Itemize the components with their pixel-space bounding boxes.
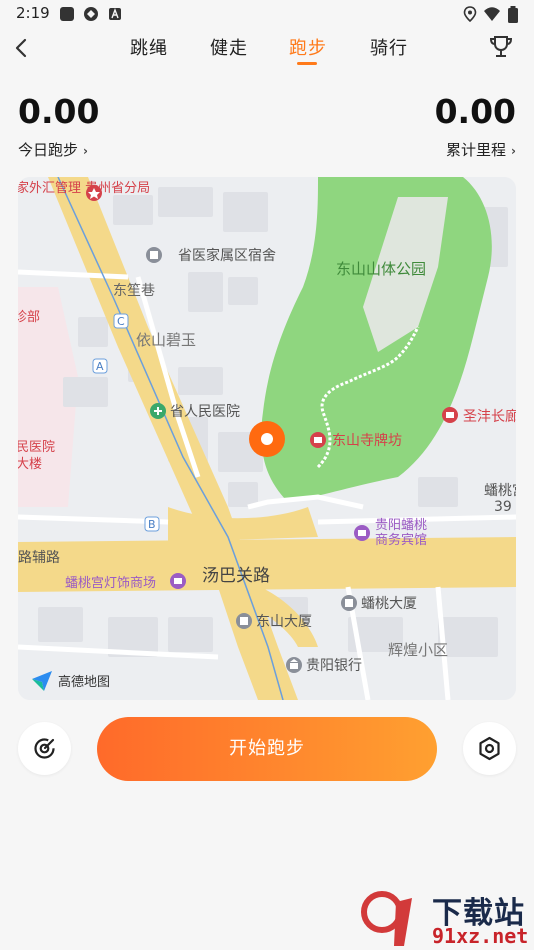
- bank-poi-icon: [286, 657, 302, 673]
- sync-notification-icon: [83, 6, 99, 26]
- dorm-poi-icon: [146, 247, 162, 263]
- map-label-shengfeng: 圣沣长廊: [463, 408, 516, 425]
- map-label-hotel2: 商务宾馆: [375, 532, 427, 548]
- map-label-dongshan-tower: 东山大厦: [256, 614, 312, 630]
- watermark: 下载站 91xz.net: [360, 888, 534, 950]
- temple-poi-icon: [310, 432, 326, 448]
- map-label-hotel1: 贵阳蟠桃: [375, 518, 427, 533]
- top-nav: 跳绳 健走 跑步 骑行: [0, 28, 534, 72]
- today-distance-value: 0.00: [18, 92, 100, 131]
- map-label-guiyang-bank: 贵阳银行: [306, 658, 362, 674]
- chevron-right-icon: ›: [511, 144, 516, 158]
- tab-cycling[interactable]: 骑行: [370, 34, 408, 60]
- tab-jump-rope[interactable]: 跳绳: [130, 34, 168, 60]
- corridor-poi-icon: [442, 407, 458, 423]
- map-label-yishan: 依山碧玉: [136, 331, 196, 349]
- map-canvas: 家外汇管理 贵州省分局 省医家属区宿舍 东笙巷 依山碧玉 东山山体公园 省人民医…: [18, 177, 516, 700]
- total-distance-value: 0.00: [434, 92, 516, 131]
- map-label-pantao-tower: 蟠桃大厦: [361, 596, 417, 612]
- hexagon-settings-icon: [479, 736, 500, 761]
- pantao-tower-poi-icon: [341, 595, 357, 611]
- map-label-num39: 39: [494, 499, 512, 515]
- map-label-left-department: 诊部: [18, 310, 40, 325]
- metro-exit-b-icon: B: [144, 516, 160, 532]
- map-label-lamp: 蟠桃宫灯饰商场: [65, 576, 156, 591]
- watermark-logo-icon: [361, 891, 412, 946]
- dongshan-tower-poi-icon: [236, 613, 252, 629]
- text-notification-icon: [108, 6, 122, 25]
- battery-icon: [507, 6, 519, 28]
- settings-button[interactable]: [463, 722, 516, 775]
- today-running-label: 今日跑步: [18, 141, 79, 159]
- police-poi-icon: [86, 185, 102, 201]
- trophy-icon: [489, 36, 513, 57]
- map-view[interactable]: 家外汇管理 贵州省分局 省医家属区宿舍 东笙巷 依山碧玉 东山山体公园 省人民医…: [18, 177, 516, 700]
- total-mileage-link[interactable]: 累计里程 ›: [446, 139, 516, 160]
- watermark-url: 91xz.net: [432, 924, 529, 948]
- metro-exit-a-icon: A: [92, 358, 108, 374]
- hospital-poi-icon: [150, 403, 166, 419]
- amap-logo-text: 高德地图: [58, 674, 110, 690]
- tab-walking[interactable]: 健走: [210, 34, 248, 60]
- back-button[interactable]: [10, 34, 34, 62]
- map-label-left-hospital-2: 大楼: [18, 457, 42, 472]
- chevron-left-icon: [15, 38, 27, 58]
- map-label-pantao-right: 蟠桃宫: [484, 483, 516, 499]
- map-label-dorm: 省医家属区宿舍: [178, 247, 276, 264]
- app-notification-icon: [59, 6, 75, 26]
- mall-poi-icon: [170, 573, 186, 589]
- map-label-park: 东山山体公园: [336, 260, 426, 278]
- svg-text:C: C: [117, 315, 125, 328]
- metro-exit-c-icon: C: [113, 313, 129, 329]
- map-label-tangba: 汤巴关路: [202, 566, 270, 586]
- target-icon: [34, 738, 55, 759]
- tab-running[interactable]: 跑步: [289, 34, 327, 60]
- map-label-fulu: 路辅路: [18, 550, 60, 566]
- map-label-dongli: 东笙巷: [113, 283, 155, 299]
- map-label-huihuang: 辉煌小区: [388, 641, 448, 659]
- status-time: 2:19: [16, 4, 50, 22]
- status-bar: 2:19: [0, 0, 534, 28]
- active-tab-indicator: [297, 62, 317, 65]
- map-label-left-hospital-1: 民医院: [18, 440, 55, 455]
- location-icon: [463, 6, 477, 26]
- map-label-police: 家外汇管理 贵州省分局: [18, 180, 150, 196]
- trophy-button[interactable]: [487, 33, 515, 61]
- svg-text:B: B: [148, 518, 156, 531]
- map-label-hospital: 省人民医院: [170, 404, 240, 420]
- start-running-button[interactable]: 开始跑步: [97, 717, 437, 781]
- hotel-poi-icon: [354, 525, 370, 541]
- total-mileage-label: 累计里程: [446, 141, 507, 159]
- today-running-link[interactable]: 今日跑步 ›: [18, 139, 88, 160]
- wifi-icon: [483, 6, 501, 26]
- map-label-dongsi: 东山寺牌坊: [332, 432, 402, 449]
- svg-text:A: A: [96, 360, 104, 373]
- target-button[interactable]: [18, 722, 71, 775]
- chevron-right-icon: ›: [83, 144, 88, 158]
- current-location-marker: [249, 421, 285, 457]
